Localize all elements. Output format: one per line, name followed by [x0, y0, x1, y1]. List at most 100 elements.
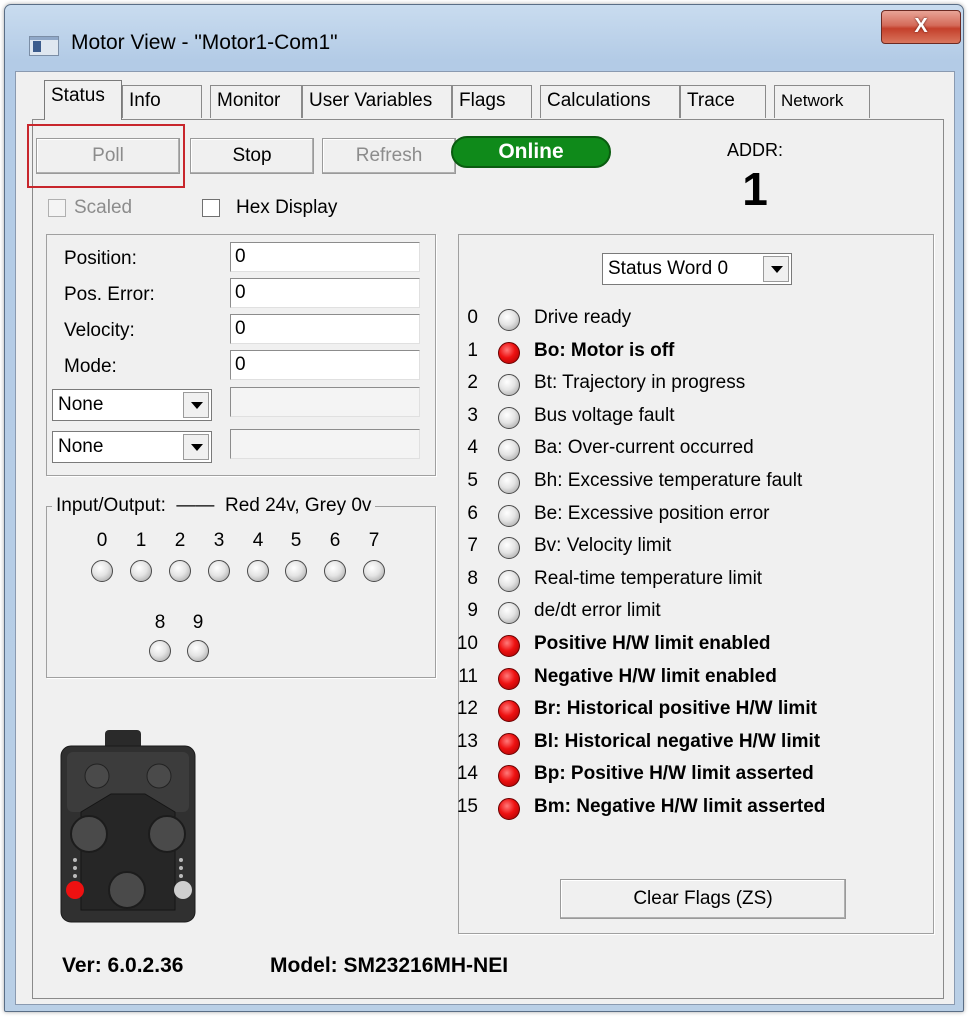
io-pin-label: 6	[329, 530, 341, 551]
grey-led-icon	[498, 505, 520, 527]
grey-led-icon	[498, 537, 520, 559]
tab-trace[interactable]: Trace	[680, 85, 766, 118]
tab-status[interactable]: Status	[44, 80, 122, 120]
status-bit-number: 6	[467, 503, 478, 524]
status-bit-row: 9 de/dt error limit	[462, 600, 902, 628]
io-pin-label: 5	[290, 530, 302, 551]
mode-field: 0	[230, 350, 420, 380]
io-led-icon	[208, 560, 230, 582]
io-led-icon	[324, 560, 346, 582]
io-pin-label: 1	[135, 530, 147, 551]
tab-network[interactable]: Network	[774, 85, 870, 118]
position-field: 0	[230, 242, 420, 272]
status-bit-number: 14	[456, 763, 478, 784]
readout-select-1-value: None	[58, 394, 104, 415]
status-bit-row: 6 Be: Excessive position error	[462, 503, 902, 531]
io-pin-label: 9	[192, 612, 204, 633]
chevron-down-icon[interactable]	[763, 256, 789, 282]
status-bit-label: Real-time temperature limit	[534, 568, 763, 589]
readout-select-1-field	[230, 387, 420, 417]
status-bit-row: 0 Drive ready	[462, 307, 902, 335]
grey-led-icon	[498, 309, 520, 331]
status-bit-number: 7	[467, 535, 478, 556]
red-led-icon	[498, 700, 520, 722]
velocity-label: Velocity:	[64, 320, 135, 341]
readout-select-2[interactable]: None	[52, 431, 212, 463]
pos-error-field: 0	[230, 278, 420, 308]
status-bit-number: 13	[456, 731, 478, 752]
io-led-icon	[91, 560, 113, 582]
io-led-icon	[149, 640, 171, 662]
tab-monitor[interactable]: Monitor	[210, 85, 302, 118]
io-pin-label: 2	[174, 530, 186, 551]
red-led-icon	[498, 765, 520, 787]
io-led-icon	[247, 560, 269, 582]
status-bit-number: 11	[458, 666, 478, 687]
io-pin-label: 0	[96, 530, 108, 551]
chevron-down-icon[interactable]	[183, 392, 209, 418]
grey-led-icon	[498, 407, 520, 429]
mode-label: Mode:	[64, 356, 117, 377]
tab-calculations[interactable]: Calculations	[540, 85, 680, 118]
red-led-icon	[498, 733, 520, 755]
addr-label: ADDR:	[727, 140, 784, 160]
status-bit-row: 10 Positive H/W limit enabled	[457, 633, 902, 661]
version-label: Ver: 6.0.2.36	[62, 954, 184, 977]
status-bit-row: 3 Bus voltage fault	[462, 405, 902, 433]
status-bit-row: 8 Real-time temperature limit	[462, 568, 902, 596]
red-led-icon	[498, 668, 520, 690]
grey-led-icon	[498, 472, 520, 494]
tab-info[interactable]: Info	[122, 85, 202, 118]
position-label: Position:	[64, 248, 137, 269]
scaled-checkbox[interactable]	[48, 199, 66, 217]
status-bit-row: 11 Negative H/W limit enabled	[458, 666, 902, 694]
red-led-icon	[498, 342, 520, 364]
status-bit-number: 10	[456, 633, 478, 654]
online-status-badge: Online	[451, 136, 611, 168]
status-bit-row: 5 Bh: Excessive temperature fault	[462, 470, 902, 498]
hex-display-checkbox[interactable]	[202, 199, 220, 217]
status-bit-number: 2	[467, 372, 478, 393]
io-separator: ——	[171, 495, 220, 516]
io-pin-label: 8	[154, 612, 166, 633]
pos-error-label: Pos. Error:	[64, 284, 155, 305]
app-icon	[29, 36, 59, 56]
status-bit-row: 12 Br: Historical positive H/W limit	[457, 698, 902, 726]
tab-user-variables[interactable]: User Variables	[302, 85, 452, 118]
chevron-down-icon[interactable]	[183, 434, 209, 460]
status-bit-number: 0	[467, 307, 478, 328]
status-bit-row: 15 Bm: Negative H/W limit asserted	[457, 796, 902, 824]
stop-button[interactable]: Stop	[190, 138, 314, 174]
poll-button[interactable]: Poll	[36, 138, 180, 174]
io-led-icon	[187, 640, 209, 662]
status-bit-row: 7 Bv: Velocity limit	[462, 535, 902, 563]
status-bit-label: Bus voltage fault	[534, 405, 675, 426]
scaled-label: Scaled	[74, 197, 133, 218]
status-word-select[interactable]: Status Word 0	[602, 253, 792, 285]
status-bit-number: 3	[467, 405, 478, 426]
io-pin-label: 4	[252, 530, 264, 551]
status-bit-label: Bv: Velocity limit	[534, 535, 672, 556]
readout-select-1[interactable]: None	[52, 389, 212, 421]
io-pin-label: 7	[368, 530, 380, 551]
io-led-icon	[363, 560, 385, 582]
status-bit-number: 15	[456, 796, 478, 817]
status-bit-number: 9	[467, 600, 478, 621]
io-led-icon	[130, 560, 152, 582]
status-bit-number: 5	[467, 470, 478, 491]
close-button[interactable]: X	[881, 10, 961, 44]
title-bar[interactable]: Motor View - "Motor1-Com1" X	[5, 5, 963, 71]
refresh-button[interactable]: Refresh	[322, 138, 456, 174]
status-bit-row: 14 Bp: Positive H/W limit asserted	[457, 763, 902, 791]
model-label: Model: SM23216MH-NEI	[270, 954, 509, 977]
status-bit-label: Br: Historical positive H/W limit	[534, 698, 817, 719]
grey-led-icon	[498, 570, 520, 592]
io-legend-text: Red 24v, Grey 0v	[224, 495, 372, 516]
tab-flags[interactable]: Flags	[452, 85, 532, 118]
status-bit-label: Drive ready	[534, 307, 632, 328]
clear-flags-button[interactable]: Clear Flags (ZS)	[560, 879, 846, 919]
status-bit-label: Positive H/W limit enabled	[534, 633, 771, 654]
io-group-title: Input/Output: —— Red 24v, Grey 0v	[52, 495, 376, 517]
status-bit-number: 4	[467, 437, 478, 458]
readout-select-2-field	[230, 429, 420, 459]
